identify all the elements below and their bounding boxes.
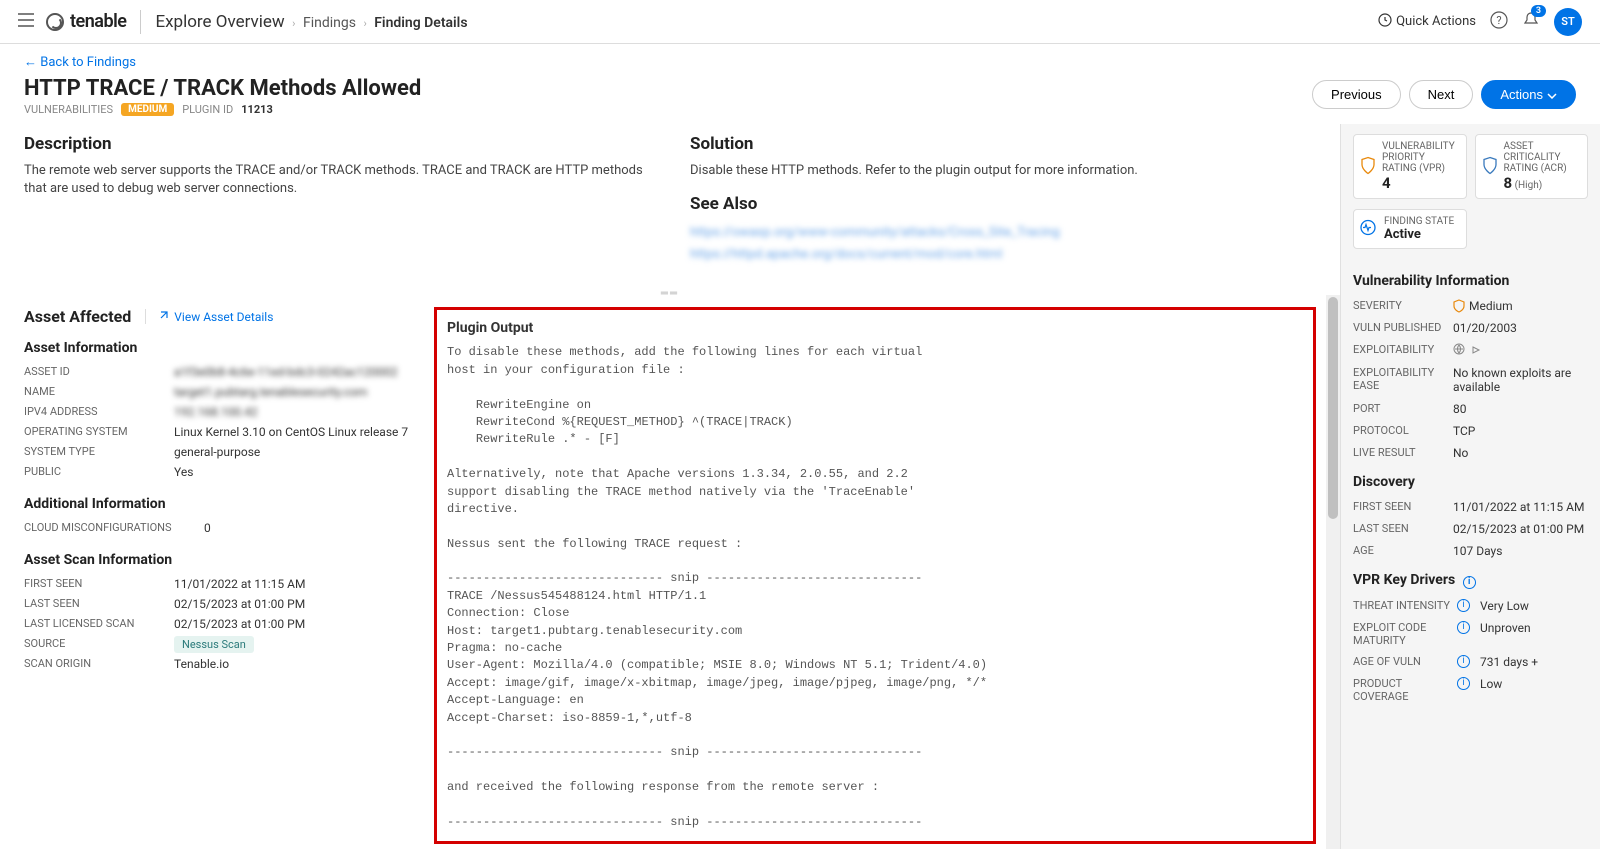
side-severity-value: Medium bbox=[1453, 299, 1588, 313]
breadcrumb-root[interactable]: Explore Overview bbox=[155, 12, 284, 32]
solution-heading: Solution bbox=[690, 134, 1316, 154]
topbar: tenable Explore Overview › Findings › Fi… bbox=[0, 0, 1600, 44]
asset-info-heading: Asset Information bbox=[24, 340, 414, 356]
next-button[interactable]: Next bbox=[1409, 80, 1474, 109]
source-tag: Nessus Scan bbox=[174, 636, 254, 653]
first-seen-value: 11/01/2022 at 11:15 AM bbox=[174, 577, 414, 591]
discovery-heading: Discovery bbox=[1353, 474, 1588, 490]
help-icon[interactable]: ? bbox=[1490, 11, 1508, 33]
asset-os-value: Linux Kernel 3.10 on CentOS Linux releas… bbox=[174, 425, 414, 439]
exploitability-ease-value: No known exploits are available bbox=[1453, 366, 1588, 394]
asset-affected-heading: Asset Affected bbox=[24, 307, 131, 326]
logo-text: tenable bbox=[70, 11, 126, 32]
cloud-misconfig-value: 0 bbox=[204, 521, 414, 535]
acr-value: 8 bbox=[1504, 174, 1513, 192]
age-of-vuln-value: 731 days + bbox=[1480, 655, 1588, 669]
disc-last-seen: 02/15/2023 at 01:00 PM bbox=[1453, 522, 1588, 536]
external-link-icon bbox=[158, 309, 170, 324]
previous-button[interactable]: Previous bbox=[1312, 80, 1401, 109]
plugin-output-heading: Plugin Output bbox=[447, 320, 533, 336]
product-coverage-value: Low bbox=[1480, 677, 1588, 691]
breadcrumb-current: Finding Details bbox=[374, 15, 467, 31]
seealso-links[interactable]: https://owasp.org/www-community/attacks/… bbox=[690, 222, 1316, 266]
exploit-maturity-value: Unproven bbox=[1480, 621, 1588, 635]
asset-icon bbox=[1482, 156, 1498, 177]
last-seen-value: 02/15/2023 at 01:00 PM bbox=[174, 597, 414, 611]
asset-public-value: Yes bbox=[174, 465, 414, 479]
plugin-output-text: To disable these methods, add the follow… bbox=[447, 344, 1303, 831]
addl-info-heading: Additional Information bbox=[24, 496, 414, 512]
titlebar: HTTP TRACE / TRACK Methods Allowed VULNE… bbox=[0, 76, 1600, 124]
disc-age: 107 Days bbox=[1453, 544, 1588, 558]
meta-vuln-label: VULNERABILITIES bbox=[24, 103, 113, 116]
quick-actions-label: Quick Actions bbox=[1396, 14, 1476, 29]
separator bbox=[140, 10, 141, 34]
back-to-findings-link[interactable]: ← Back to Findings bbox=[24, 55, 136, 70]
meta-plugin-label: PLUGIN ID bbox=[182, 103, 233, 116]
breadcrumb-findings[interactable]: Findings bbox=[303, 15, 356, 31]
asset-type-value: general-purpose bbox=[174, 445, 414, 459]
port-value: 80 bbox=[1453, 402, 1588, 416]
content: Description The remote web server suppor… bbox=[0, 124, 1600, 849]
asset-id-value: a1f3e0b8-4c6e-11ed-bdc3-0242ac120002 bbox=[174, 365, 414, 379]
vuln-published-value: 01/20/2003 bbox=[1453, 321, 1588, 335]
subheader: ← Back to Findings bbox=[0, 44, 1600, 76]
plugin-id: 11213 bbox=[241, 103, 273, 116]
vpr-card[interactable]: VULNERABILITY PRIORITY RATING (VPR) 4 bbox=[1353, 134, 1467, 199]
live-result-value: No bbox=[1453, 446, 1588, 460]
avatar[interactable]: ST bbox=[1554, 8, 1582, 36]
disc-first-seen: 11/01/2022 at 11:15 AM bbox=[1453, 500, 1588, 514]
asset-scan-heading: Asset Scan Information bbox=[24, 552, 414, 568]
info-icon[interactable]: i bbox=[1457, 677, 1470, 690]
quick-actions-button[interactable]: Quick Actions bbox=[1378, 13, 1476, 31]
state-value: Active bbox=[1384, 227, 1454, 242]
pulse-icon bbox=[1360, 220, 1376, 239]
protocol-value: TCP bbox=[1453, 424, 1588, 438]
logo-icon bbox=[46, 13, 64, 31]
key-drivers-heading: VPR Key Drivers i bbox=[1353, 572, 1588, 589]
finding-state-card[interactable]: FINDING STATE Active bbox=[1353, 209, 1467, 249]
actions-button[interactable]: Actions bbox=[1481, 80, 1576, 109]
exploitability-icons bbox=[1453, 343, 1588, 358]
seealso-heading: See Also bbox=[690, 194, 1316, 214]
scrollbar[interactable] bbox=[1326, 295, 1340, 849]
page-title: HTTP TRACE / TRACK Methods Allowed bbox=[24, 76, 421, 101]
vpr-value: 4 bbox=[1382, 174, 1460, 192]
clock-icon bbox=[1378, 13, 1392, 31]
info-icon[interactable]: i bbox=[1457, 655, 1470, 668]
view-asset-details-link[interactable]: View Asset Details bbox=[145, 309, 273, 324]
menu-icon[interactable] bbox=[18, 13, 34, 31]
threat-intensity-value: Very Low bbox=[1480, 599, 1588, 613]
logo[interactable]: tenable bbox=[46, 11, 126, 32]
info-icon[interactable]: i bbox=[1463, 576, 1476, 589]
shield-icon bbox=[1360, 156, 1376, 177]
scan-origin-value: Tenable.io bbox=[174, 657, 414, 671]
scrollbar-thumb[interactable] bbox=[1328, 297, 1338, 518]
plugin-output-highlight: Plugin Output To disable these methods, … bbox=[434, 307, 1316, 844]
solution-text: Disable these HTTP methods. Refer to the… bbox=[690, 162, 1316, 180]
asset-name-value: target1.pubtarg.tenablesecurity.com bbox=[174, 385, 414, 399]
notification-badge: 3 bbox=[1531, 5, 1546, 17]
description-heading: Description bbox=[24, 134, 650, 154]
sidebar: VULNERABILITY PRIORITY RATING (VPR) 4 AS… bbox=[1340, 124, 1600, 849]
svg-text:?: ? bbox=[1496, 14, 1501, 27]
asset-ip-value: 192.168.100.42 bbox=[174, 405, 414, 419]
notifications-icon[interactable]: 3 bbox=[1522, 11, 1540, 33]
severity-badge: MEDIUM bbox=[121, 103, 174, 116]
info-icon[interactable]: i bbox=[1457, 599, 1470, 612]
description-text: The remote web server supports the TRACE… bbox=[24, 162, 650, 198]
vuln-info-heading: Vulnerability Information bbox=[1353, 273, 1588, 289]
main-area: Description The remote web server suppor… bbox=[0, 124, 1340, 849]
last-licensed-value: 02/15/2023 at 01:00 PM bbox=[174, 617, 414, 631]
acr-card[interactable]: ASSET CRITICALITY RATING (ACR) 8 (High) bbox=[1475, 134, 1589, 199]
breadcrumb: Explore Overview › Findings › Finding De… bbox=[155, 12, 467, 32]
chevron-down-icon bbox=[1547, 87, 1557, 102]
info-icon[interactable]: i bbox=[1457, 621, 1470, 634]
